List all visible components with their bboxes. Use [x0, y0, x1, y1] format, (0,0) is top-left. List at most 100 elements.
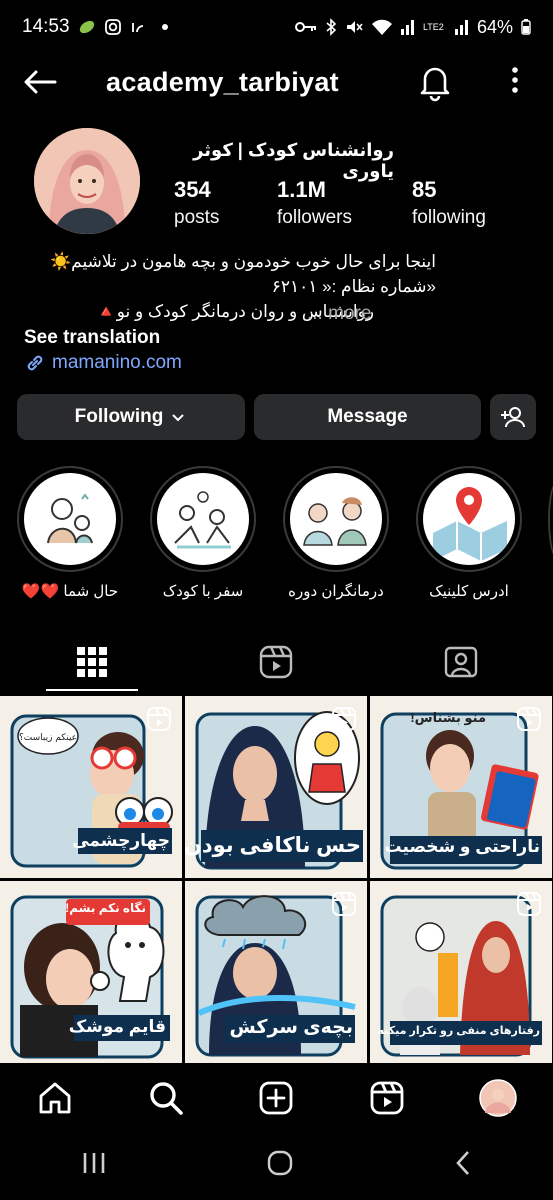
highlight-cover-parent-child — [47, 493, 93, 544]
nav-home-button[interactable] — [35, 1078, 75, 1118]
reels-icon — [260, 645, 293, 679]
highlight-label: سفر با کودک — [162, 583, 244, 600]
back-button[interactable] — [22, 64, 58, 100]
grid-icon — [77, 647, 108, 677]
more-options-button[interactable] — [507, 64, 523, 100]
plus-square-icon — [260, 1081, 293, 1115]
reel-badge-icon — [517, 707, 541, 731]
following-stat[interactable]: 85 following — [412, 177, 486, 229]
followers-count: 1.1M — [277, 177, 326, 202]
more-vertical-icon — [512, 67, 518, 93]
post-caption: بچه‌ی سرکش — [229, 1017, 353, 1038]
tagged-user-icon — [444, 646, 478, 678]
post-caption: رفتارهای منفی رو تکرار میکنه — [377, 1025, 540, 1037]
suggested-people-button[interactable] — [490, 394, 536, 440]
post-caption: قایم موشک — [68, 1017, 166, 1036]
notification-dot — [161, 24, 168, 30]
chevron-down-icon — [172, 414, 185, 422]
nav-reels-button[interactable] — [367, 1078, 407, 1118]
search-icon — [150, 1082, 183, 1115]
post-caption: ناراحتی و شخصیت — [384, 837, 540, 856]
battery-level: 64% — [476, 16, 513, 37]
chevron-left-icon — [456, 1150, 470, 1175]
highlight-item[interactable]: سفر با کودک — [150, 466, 256, 600]
username-title: academy_tarbiyat — [106, 66, 339, 97]
nav-create-button[interactable] — [256, 1078, 296, 1118]
followers-stat[interactable]: 1.1M followers — [277, 177, 352, 229]
bio-more-link[interactable]: ... more — [307, 303, 371, 325]
bio-line-2: «شماره نظام :« ۶۲۱۰۱ — [271, 277, 436, 296]
following-button[interactable]: Following — [17, 394, 245, 440]
tab-posts-grid[interactable] — [0, 632, 184, 692]
status-bar: 14:53 LTE2 64% — [0, 0, 553, 54]
see-translation-link[interactable]: See translation — [24, 327, 160, 349]
signal-icon — [400, 20, 414, 35]
recent-apps-icon — [83, 1152, 105, 1173]
key-icon — [294, 22, 316, 32]
home-system-button[interactable] — [267, 1150, 293, 1181]
grid-post[interactable]: عینکم زیباست؟ چهارچشمی — [0, 696, 182, 878]
network-type: LTE2 — [422, 21, 444, 32]
posts-label: posts — [174, 207, 220, 228]
post-speech: منو بشناس! — [410, 710, 486, 725]
grid-post[interactable]: رفتارهای منفی رو تکرار میکنه — [370, 881, 552, 1063]
signal-icon-2 — [454, 20, 468, 35]
mute-icon — [346, 21, 363, 33]
website-url: mamanino.com — [52, 352, 182, 373]
highlight-cover-travel — [174, 491, 231, 549]
notifications-button[interactable] — [417, 62, 453, 102]
bluetooth-icon — [326, 18, 337, 36]
profile-avatar-icon — [478, 1079, 517, 1117]
highlight-label: ادرس کلینیک — [429, 583, 509, 600]
tab-tagged[interactable] — [369, 632, 553, 692]
reel-badge-icon — [332, 707, 356, 731]
posts-count: 354 — [174, 177, 211, 202]
active-tab-indicator — [46, 689, 138, 691]
highlight-item[interactable]: درمانگران دوره — [283, 466, 389, 600]
recent-apps-button[interactable] — [80, 1151, 108, 1180]
post-speech: نگاه نکم بشم! — [65, 901, 146, 915]
message-button-label: Message — [327, 406, 408, 427]
wifi-icon — [371, 19, 392, 35]
highlight-cover-location — [433, 487, 507, 561]
post-caption: چهارچشمی — [72, 831, 170, 850]
arrow-left-icon — [24, 70, 57, 94]
system-navigation — [0, 1140, 553, 1190]
message-button[interactable]: Message — [254, 394, 481, 440]
home-circle-icon — [268, 1150, 293, 1175]
bio-line-1: اینجا برای حال خوب خودمون و بچه هامون در… — [49, 252, 436, 271]
battery-icon — [521, 19, 531, 35]
add-person-icon — [501, 407, 525, 428]
posts-stat[interactable]: 354 posts — [174, 177, 219, 229]
profile-tabs — [0, 632, 553, 692]
reels-icon — [370, 1081, 404, 1115]
grid-post[interactable]: بچه‌ی سرکش — [185, 881, 367, 1063]
grid-post[interactable]: نگاه نکم بشم! قایم موشک — [0, 881, 182, 1063]
clock: 14:53 — [22, 16, 70, 37]
grid-post[interactable]: حس ناکافی بودن — [185, 696, 367, 878]
profile-avatar[interactable] — [34, 128, 140, 234]
highlight-label: حال شما ❤️❤️ — [21, 583, 119, 600]
highlight-partial[interactable] — [548, 480, 553, 560]
profile-header: academy_tarbiyat — [0, 54, 553, 110]
highlight-item[interactable]: حال شما ❤️❤️ — [17, 466, 123, 600]
reel-badge-icon — [517, 892, 541, 916]
nav-search-button[interactable] — [146, 1078, 186, 1118]
highlight-item[interactable]: ادرس کلینیک — [416, 466, 522, 600]
post-caption: حس ناکافی بودن — [185, 834, 361, 857]
profile-display-name: روانشناس کودک | کوثر یاوری — [193, 140, 394, 181]
bio-website-link[interactable]: mamanino.com — [24, 352, 182, 374]
nav-profile-button[interactable] — [478, 1078, 518, 1118]
following-count: 85 — [412, 177, 437, 202]
bottom-navigation — [0, 1068, 553, 1128]
followers-label: followers — [277, 207, 352, 228]
avatar-portrait — [34, 128, 140, 234]
tab-reels[interactable] — [184, 632, 368, 692]
bell-icon — [420, 67, 450, 102]
reel-badge-icon — [147, 707, 171, 731]
back-system-button[interactable] — [453, 1150, 473, 1181]
svg-text:عینکم زیباست؟: عینکم زیباست؟ — [19, 733, 77, 743]
grid-post[interactable]: منو بشناس! ناراحتی و شخصیت — [370, 696, 552, 878]
wifi-call-icon — [131, 23, 143, 33]
highlight-label: درمانگران دوره — [288, 583, 384, 600]
